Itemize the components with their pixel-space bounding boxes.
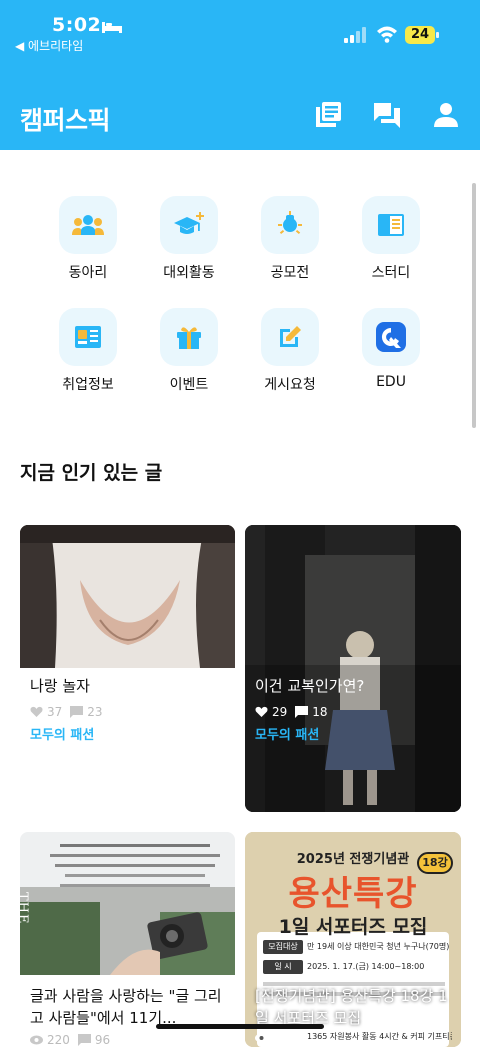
comment-icon: [70, 706, 84, 718]
poster-row-label: 모집대상: [268, 942, 298, 951]
sleep-focus-icon: [102, 22, 122, 33]
lightbulb-icon: [278, 211, 302, 235]
category-label: 이벤트: [169, 377, 209, 393]
heart-icon: [30, 706, 43, 717]
vertical-watermark: THE VALUE: [20, 892, 30, 925]
category-label: 공모전: [270, 265, 310, 281]
poster-row-label: 일 시: [274, 962, 292, 971]
category-edu[interactable]: EDU: [341, 308, 441, 390]
category-label: EDU: [376, 374, 406, 390]
app-title: 캠퍼스픽: [20, 106, 111, 135]
post-stats: 29 18: [255, 705, 328, 719]
category-external-activity[interactable]: 대외활동: [139, 196, 239, 282]
chat-messages-icon[interactable]: [373, 101, 401, 129]
comment-count: 96: [94, 1033, 111, 1047]
category-club[interactable]: 동아리: [38, 196, 138, 282]
comment-count: 18: [312, 705, 328, 719]
category-contest[interactable]: 공모전: [240, 196, 340, 282]
post-stats: 37 23: [30, 705, 103, 719]
wifi-icon: [377, 26, 397, 43]
poster-row-value: 2025. 1. 17.(금) 14:00~18:00: [307, 962, 425, 971]
like-count: 37: [47, 705, 63, 719]
post-image: [20, 832, 235, 975]
comment-count: 23: [87, 705, 103, 719]
poster-sub-title: 1일 서포터즈 모집: [278, 916, 428, 938]
post-title: [전쟁기념관] 용산특강 18강 1일 서포터즈 모집: [255, 987, 448, 1027]
battery-level: 24: [410, 27, 430, 42]
id-card-icon: [75, 326, 101, 348]
people-icon: [72, 215, 104, 235]
post-title: 이건 교복인가연?: [255, 677, 365, 695]
views-icon: [30, 1035, 43, 1045]
category-label: 스터디: [371, 265, 411, 281]
status-time: 5:02: [52, 14, 102, 36]
battery-indicator: 24: [405, 26, 439, 44]
board-name[interactable]: 모두의 패션: [255, 724, 319, 743]
popular-posts-title: 지금 인기 있는 글: [20, 462, 163, 484]
post-title: 나랑 놀자: [30, 677, 90, 695]
category-study[interactable]: 스터디: [341, 196, 441, 282]
post-stats: 137: [255, 1031, 295, 1045]
comment-icon: [295, 706, 309, 718]
category-post-request[interactable]: 게시요청: [240, 308, 340, 394]
poster-row-value: 1365 자원봉사 활동 4시간 & 커피 기프티콘: [307, 1032, 452, 1041]
post-card-2[interactable]: 이건 교복인가연? 29 18 모두의 패션: [245, 525, 461, 812]
category-label: 게시요청: [264, 377, 316, 393]
heart-icon: [255, 706, 268, 717]
app-header: 5:02 ◀ 에브리타임 24 캠퍼스픽: [0, 0, 480, 150]
poster-main-title: 용산특강: [288, 874, 418, 914]
comment-icon: [77, 1034, 91, 1046]
like-count: 29: [272, 705, 288, 719]
views-icon: [255, 1033, 268, 1043]
category-jobs[interactable]: 취업정보: [38, 308, 138, 394]
post-stats: 220 96: [30, 1033, 110, 1047]
category-label: 취업정보: [62, 377, 114, 393]
gift-icon: [177, 327, 201, 349]
post-card-3[interactable]: THE VALUE 글과 사람을 사랑하는 "글 그리고 사람들"에서 11기.…: [20, 832, 235, 1047]
post-card-4[interactable]: 2025년 전쟁기념관 18강 용산특강 1일 서포터즈 모집 모집대상 만 1…: [245, 832, 461, 1047]
graduation-cap-icon: [174, 212, 204, 234]
edit-icon: [280, 326, 301, 347]
post-image: [20, 525, 235, 668]
post-title: 글과 사람을 사랑하는 "글 그리고 사람들"에서 11기...: [30, 987, 222, 1027]
back-to-app-link[interactable]: ◀ 에브리타임: [15, 37, 83, 54]
post-image: [245, 525, 461, 812]
category-event[interactable]: 이벤트: [139, 308, 239, 394]
category-label: 동아리: [68, 265, 108, 281]
cellular-signal-icon: [344, 27, 366, 43]
category-label: 대외활동: [163, 265, 215, 281]
profile-icon[interactable]: [432, 101, 460, 129]
poster-row-value: 만 19세 이상 대한민국 청년 누구나(70명): [307, 942, 450, 951]
scrollbar[interactable]: [472, 183, 476, 428]
book-icon: [378, 214, 404, 236]
boards-list-icon[interactable]: [314, 101, 342, 129]
post-card-1[interactable]: 나랑 놀자 37 23 모두의 패션: [20, 525, 235, 755]
view-count: 137: [272, 1031, 295, 1045]
edu-logo-icon: [376, 322, 406, 352]
home-indicator[interactable]: [156, 1024, 324, 1029]
board-name[interactable]: 모두의 패션: [30, 724, 94, 743]
view-count: 220: [47, 1033, 70, 1047]
